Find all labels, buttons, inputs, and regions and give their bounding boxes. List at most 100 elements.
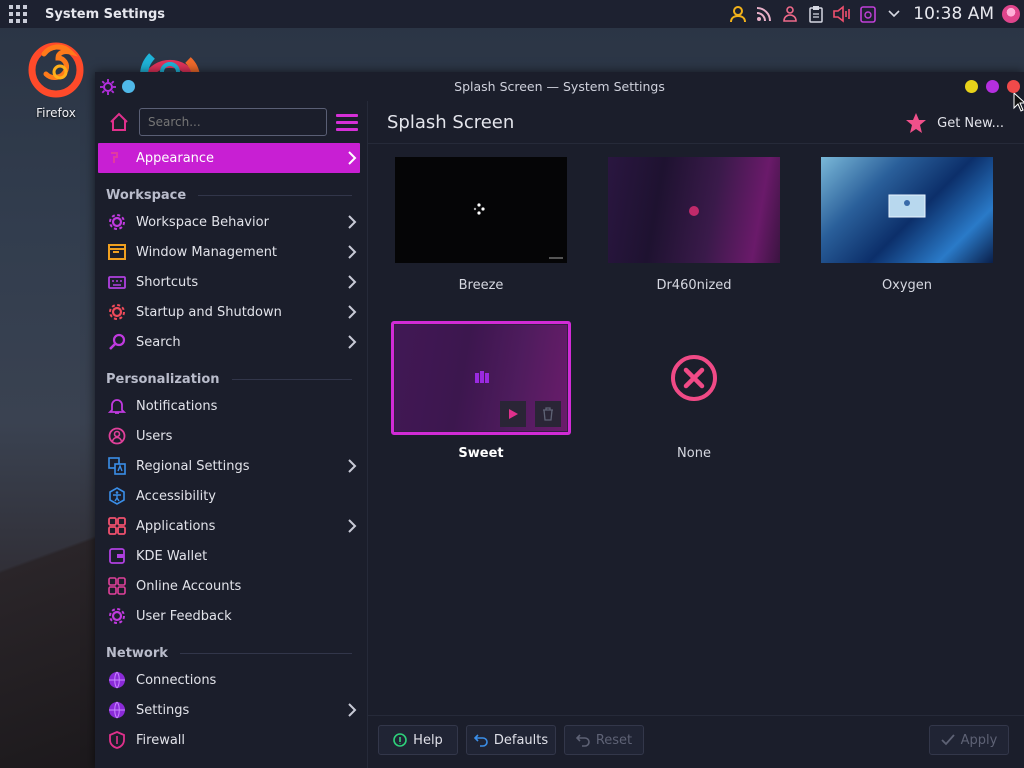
language-icon xyxy=(107,456,127,476)
rss-icon[interactable] xyxy=(751,0,777,28)
sidebar-item-label: Firewall xyxy=(136,732,186,748)
window-titlebar[interactable]: Splash Screen — System Settings xyxy=(95,72,1024,101)
theme-label: None xyxy=(677,446,711,461)
preview-button[interactable] xyxy=(500,401,526,427)
theme-label: Dr460nized xyxy=(656,278,732,293)
theme-thumbnail xyxy=(608,325,780,431)
trash-icon xyxy=(543,407,553,421)
reset-icon xyxy=(575,734,590,747)
paintbrush-icon xyxy=(107,148,127,168)
theme-tile-breeze[interactable]: Breeze xyxy=(391,157,571,293)
sidebar-item-kde-wallet[interactable]: KDE Wallet xyxy=(95,541,367,571)
minimize-button[interactable] xyxy=(965,80,978,93)
close-button[interactable] xyxy=(1007,80,1020,93)
checkmark-icon xyxy=(941,734,955,746)
reset-button[interactable]: Reset xyxy=(564,725,644,755)
section-header-network: Network xyxy=(95,631,367,665)
sidebar-item-label: Regional Settings xyxy=(136,458,250,474)
sidebar-item-online-accounts[interactable]: Online Accounts xyxy=(95,571,367,601)
play-icon xyxy=(509,409,518,419)
theme-tile-none[interactable]: None xyxy=(604,325,784,461)
delete-button[interactable] xyxy=(535,401,561,427)
sidebar-item-label: Applications xyxy=(136,518,216,534)
reset-label: Reset xyxy=(595,732,633,748)
sidebar-item-firewall[interactable]: Firewall xyxy=(95,725,367,755)
user-avatar[interactable] xyxy=(1002,5,1020,23)
sidebar-item-label: Notifications xyxy=(136,398,218,414)
search-input[interactable] xyxy=(139,108,327,136)
theme-thumbnail xyxy=(395,157,567,263)
window-title: Splash Screen — System Settings xyxy=(454,79,665,94)
apply-button[interactable]: Apply xyxy=(929,725,1009,755)
sidebar-item-users[interactable]: Users xyxy=(95,421,367,451)
app-launcher-icon[interactable] xyxy=(9,5,27,23)
globe-icon xyxy=(107,670,127,690)
theme-tile-oxygen[interactable]: Oxygen xyxy=(817,157,997,293)
theme-tile-dr460nized[interactable]: Dr460nized xyxy=(604,157,784,293)
chevron-right-icon xyxy=(348,305,357,319)
bell-icon xyxy=(107,396,127,416)
defaults-button[interactable]: Defaults xyxy=(466,725,556,755)
sidebar-item-shortcuts[interactable]: Shortcuts xyxy=(95,267,367,297)
window-icon xyxy=(107,242,127,262)
apply-label: Apply xyxy=(960,732,998,748)
pin-icon[interactable] xyxy=(122,80,135,93)
sidebar-item-user-feedback[interactable]: User Feedback xyxy=(95,601,367,631)
chevron-right-icon xyxy=(348,459,357,473)
desktop-icon-firefox[interactable]: Firefox xyxy=(20,36,92,120)
home-button[interactable] xyxy=(107,110,131,134)
firefox-icon xyxy=(28,42,84,98)
sidebar-item-connections[interactable]: Connections xyxy=(95,665,367,695)
sidebar-item-label: KDE Wallet xyxy=(136,548,208,564)
user-icon[interactable] xyxy=(725,0,751,28)
maximize-button[interactable] xyxy=(986,80,999,93)
settings-app-icon[interactable] xyxy=(100,78,116,95)
defaults-label: Defaults xyxy=(493,732,549,748)
sidebar-item-label: Settings xyxy=(136,702,190,718)
get-new-button[interactable]: Get New... xyxy=(905,112,1004,134)
sidebar-item-notifications[interactable]: Notifications xyxy=(95,391,367,421)
shield-icon xyxy=(107,730,127,750)
people-icon[interactable] xyxy=(777,0,803,28)
chevron-right-icon xyxy=(348,215,357,229)
help-button[interactable]: Help xyxy=(378,725,458,755)
sidebar-item-workspace-behavior[interactable]: Workspace Behavior xyxy=(95,207,367,237)
keyboard-icon xyxy=(107,272,127,292)
sidebar-item-label: Online Accounts xyxy=(136,578,242,594)
theme-tile-sweet[interactable]: Sweet xyxy=(391,321,571,461)
theme-thumbnail xyxy=(821,157,993,263)
sidebar-item-search[interactable]: Search xyxy=(95,327,367,357)
hamburger-menu-icon[interactable] xyxy=(336,113,358,131)
sidebar-item-label: Workspace Behavior xyxy=(136,214,269,230)
home-icon xyxy=(110,112,128,131)
main-content: Splash Screen Get New... Breeze Dr460niz… xyxy=(368,101,1024,768)
system-settings-window: Splash Screen — System Settings Appearan… xyxy=(95,72,1024,768)
page-title: Splash Screen xyxy=(387,111,515,133)
sidebar-item-window-management[interactable]: Window Management xyxy=(95,237,367,267)
sidebar-item-appearance[interactable]: Appearance xyxy=(98,143,360,173)
top-panel: System Settings 10:38 AM xyxy=(0,0,1024,28)
chevron-right-icon xyxy=(348,151,357,165)
theme-label: Sweet xyxy=(458,446,504,461)
sidebar-item-label: Accessibility xyxy=(136,488,216,504)
sidebar-item-startup-shutdown[interactable]: Startup and Shutdown xyxy=(95,297,367,327)
clipboard-icon[interactable] xyxy=(803,0,829,28)
chevron-down-icon[interactable] xyxy=(881,0,907,28)
sidebar-item-accessibility[interactable]: Accessibility xyxy=(95,481,367,511)
magnifier-icon xyxy=(107,332,127,352)
desktop-icon-label: Firefox xyxy=(36,106,76,120)
chevron-right-icon xyxy=(348,335,357,349)
sidebar-item-label: Startup and Shutdown xyxy=(136,304,282,320)
help-label: Help xyxy=(413,732,443,748)
notes-icon[interactable] xyxy=(855,0,881,28)
undo-icon xyxy=(473,734,488,747)
sidebar-item-network-settings[interactable]: Settings xyxy=(95,695,367,725)
sidebar-item-applications[interactable]: Applications xyxy=(95,511,367,541)
clock[interactable]: 10:38 AM xyxy=(913,4,994,24)
sidebar: Appearance Workspace Workspace Behavior … xyxy=(95,101,368,768)
gear-icon xyxy=(107,212,127,232)
volume-icon[interactable] xyxy=(829,0,855,28)
theme-thumbnail xyxy=(391,321,571,435)
chevron-right-icon xyxy=(348,275,357,289)
sidebar-item-regional-settings[interactable]: Regional Settings xyxy=(95,451,367,481)
